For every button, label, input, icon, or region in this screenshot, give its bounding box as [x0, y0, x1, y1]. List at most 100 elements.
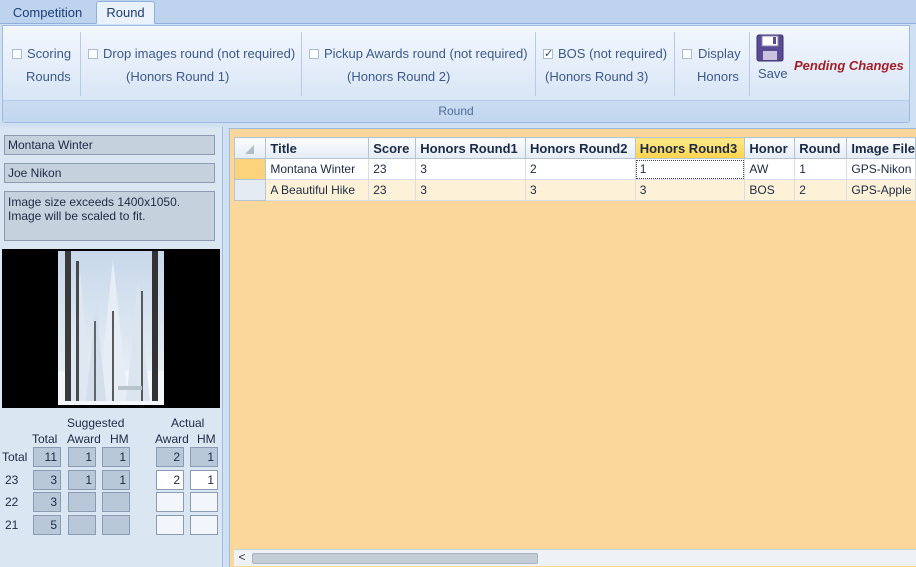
save-icon[interactable] [756, 34, 784, 62]
column-header-score[interactable]: Score [368, 137, 417, 159]
ribbon: Scoring Rounds Drop images round (not re… [2, 25, 910, 123]
actual-award-header: Award [155, 432, 189, 446]
scoring-rounds-label-2: Rounds [26, 69, 71, 84]
cell-honors-round2[interactable]: 2 [524, 158, 636, 180]
column-header-title[interactable]: Title [265, 137, 370, 159]
stats-row-label: 23 [5, 473, 19, 487]
pickup-awards-label-2: (Honors Round 2) [347, 69, 451, 84]
suggested-hm-cell: 1 [102, 447, 130, 467]
cell-title[interactable]: Montana Winter [265, 158, 370, 180]
suggested-award-cell [68, 515, 96, 535]
ribbon-group-label: Round [3, 100, 909, 122]
suggested-hm-header: HM [110, 432, 129, 446]
actual-award-cell: 2 [156, 470, 184, 490]
stats-total-cell: 3 [33, 492, 61, 512]
actual-award-cell [156, 492, 184, 512]
scroll-left-icon[interactable]: < [236, 550, 248, 566]
cell-honor[interactable]: BOS [744, 179, 796, 201]
suggested-header: Suggested [67, 416, 125, 430]
cell-title[interactable]: A Beautiful Hike [265, 179, 370, 201]
display-honors-label-1: Display [698, 46, 741, 61]
image-preview [2, 249, 220, 408]
tab-bar: Competition Round [0, 0, 916, 24]
column-header-image-file[interactable]: Image File [846, 137, 916, 159]
row-selector[interactable] [233, 158, 267, 180]
actual-award-cell: 2 [156, 447, 184, 467]
drop-images-label-1: Drop images round (not required) [103, 46, 296, 61]
tab-competition[interactable]: Competition [0, 1, 95, 24]
image-info-panel: Montana Winter Joe Nikon Image size exce… [0, 127, 223, 567]
pickup-awards-round-toggle[interactable]: Pickup Awards round (not required) (Hono… [304, 26, 534, 102]
cell-round[interactable]: 1 [794, 158, 848, 180]
pickup-awards-checkbox[interactable] [309, 49, 319, 59]
bos-label-1: BOS (not required) [558, 46, 668, 61]
image-title-field[interactable]: Montana Winter [4, 135, 215, 155]
award-stats: Suggested Actual Total Award HM Award HM… [0, 412, 223, 567]
ribbon-separator [674, 32, 675, 96]
ribbon-separator [301, 32, 302, 96]
suggested-hm-cell: 1 [102, 470, 130, 490]
actual-hm-header: HM [197, 432, 216, 446]
column-header-round[interactable]: Round [794, 137, 848, 159]
suggested-award-cell: 1 [68, 447, 96, 467]
stats-row-label: 21 [5, 518, 19, 532]
maker-name-field[interactable]: Joe Nikon [4, 163, 215, 183]
drop-images-round-toggle[interactable]: Drop images round (not required) (Honors… [83, 26, 299, 102]
select-all-corner[interactable] [233, 137, 267, 159]
ribbon-separator [535, 32, 536, 96]
cell-image-file[interactable]: GPS-Apple [846, 179, 916, 201]
scoring-rounds-toggle[interactable]: Scoring Rounds [3, 26, 78, 102]
drop-images-label-2: (Honors Round 1) [126, 69, 230, 84]
pending-changes-label: Pending Changes [794, 58, 904, 73]
cell-honors-round1[interactable]: 3 [415, 158, 526, 180]
pickup-awards-label-1: Pickup Awards round (not required) [324, 46, 528, 61]
stats-row-label: Total [2, 450, 28, 464]
table-row[interactable]: Montana Winter 23 3 2 1 AW 1 GPS-Nikon [233, 158, 916, 180]
cell-score[interactable]: 23 [368, 179, 417, 201]
actual-hm-cell [190, 515, 218, 535]
table-row[interactable]: A Beautiful Hike 23 3 3 3 BOS 2 GPS-Appl… [233, 179, 916, 201]
display-honors-checkbox[interactable] [682, 49, 692, 59]
images-table: Title Score Honors Round1 Honors Round2 … [233, 137, 916, 201]
column-header-honors-round1[interactable]: Honors Round1 [415, 137, 526, 159]
scoring-rounds-checkbox[interactable] [12, 49, 22, 59]
horizontal-scrollbar[interactable]: < [234, 549, 916, 566]
stats-row-label: 22 [5, 495, 19, 509]
row-selector[interactable] [233, 179, 267, 201]
bos-label-2: (Honors Round 3) [545, 69, 649, 84]
cell-honors-round2[interactable]: 3 [524, 179, 636, 201]
display-honors-label-2: Honors [697, 69, 739, 84]
column-header-honors-round3[interactable]: Honors Round3 [634, 137, 746, 159]
ribbon-separator [749, 32, 750, 96]
cell-honors-round3[interactable]: 1 [634, 158, 746, 180]
stats-total-cell: 11 [33, 447, 61, 467]
cell-score[interactable]: 23 [368, 158, 417, 180]
stats-total-cell: 5 [33, 515, 61, 535]
drop-images-checkbox[interactable] [88, 49, 98, 59]
tab-round[interactable]: Round [96, 1, 155, 24]
cell-honors-round3[interactable]: 3 [634, 179, 746, 201]
scrollbar-thumb[interactable] [252, 553, 538, 564]
cell-round[interactable]: 2 [794, 179, 848, 201]
images-grid: Title Score Honors Round1 Honors Round2 … [229, 128, 916, 567]
cell-image-file[interactable]: GPS-Nikon [846, 158, 916, 180]
actual-hm-cell: 1 [190, 470, 218, 490]
suggested-award-cell [68, 492, 96, 512]
suggested-hm-cell [102, 492, 130, 512]
suggested-award-cell: 1 [68, 470, 96, 490]
cell-honors-round1[interactable]: 3 [415, 179, 526, 201]
column-header-honors-round2[interactable]: Honors Round2 [524, 137, 636, 159]
image-message-box: Image size exceeds 1400x1050. Image will… [4, 191, 215, 241]
bos-round-toggle[interactable]: BOS (not required) (Honors Round 3) [538, 26, 673, 102]
cell-honor[interactable]: AW [744, 158, 796, 180]
display-honors-toggle[interactable]: Display Honors [677, 26, 747, 102]
column-header-honor[interactable]: Honor [744, 137, 796, 159]
stats-total-cell: 3 [33, 470, 61, 490]
suggested-award-header: Award [67, 432, 101, 446]
bos-checkbox[interactable] [543, 47, 553, 60]
actual-hm-cell: 1 [190, 447, 218, 467]
save-button[interactable]: Save [758, 66, 788, 81]
actual-hm-cell [190, 492, 218, 512]
scoring-rounds-label-1: Scoring [27, 46, 72, 61]
table-header-row: Title Score Honors Round1 Honors Round2 … [233, 137, 916, 159]
